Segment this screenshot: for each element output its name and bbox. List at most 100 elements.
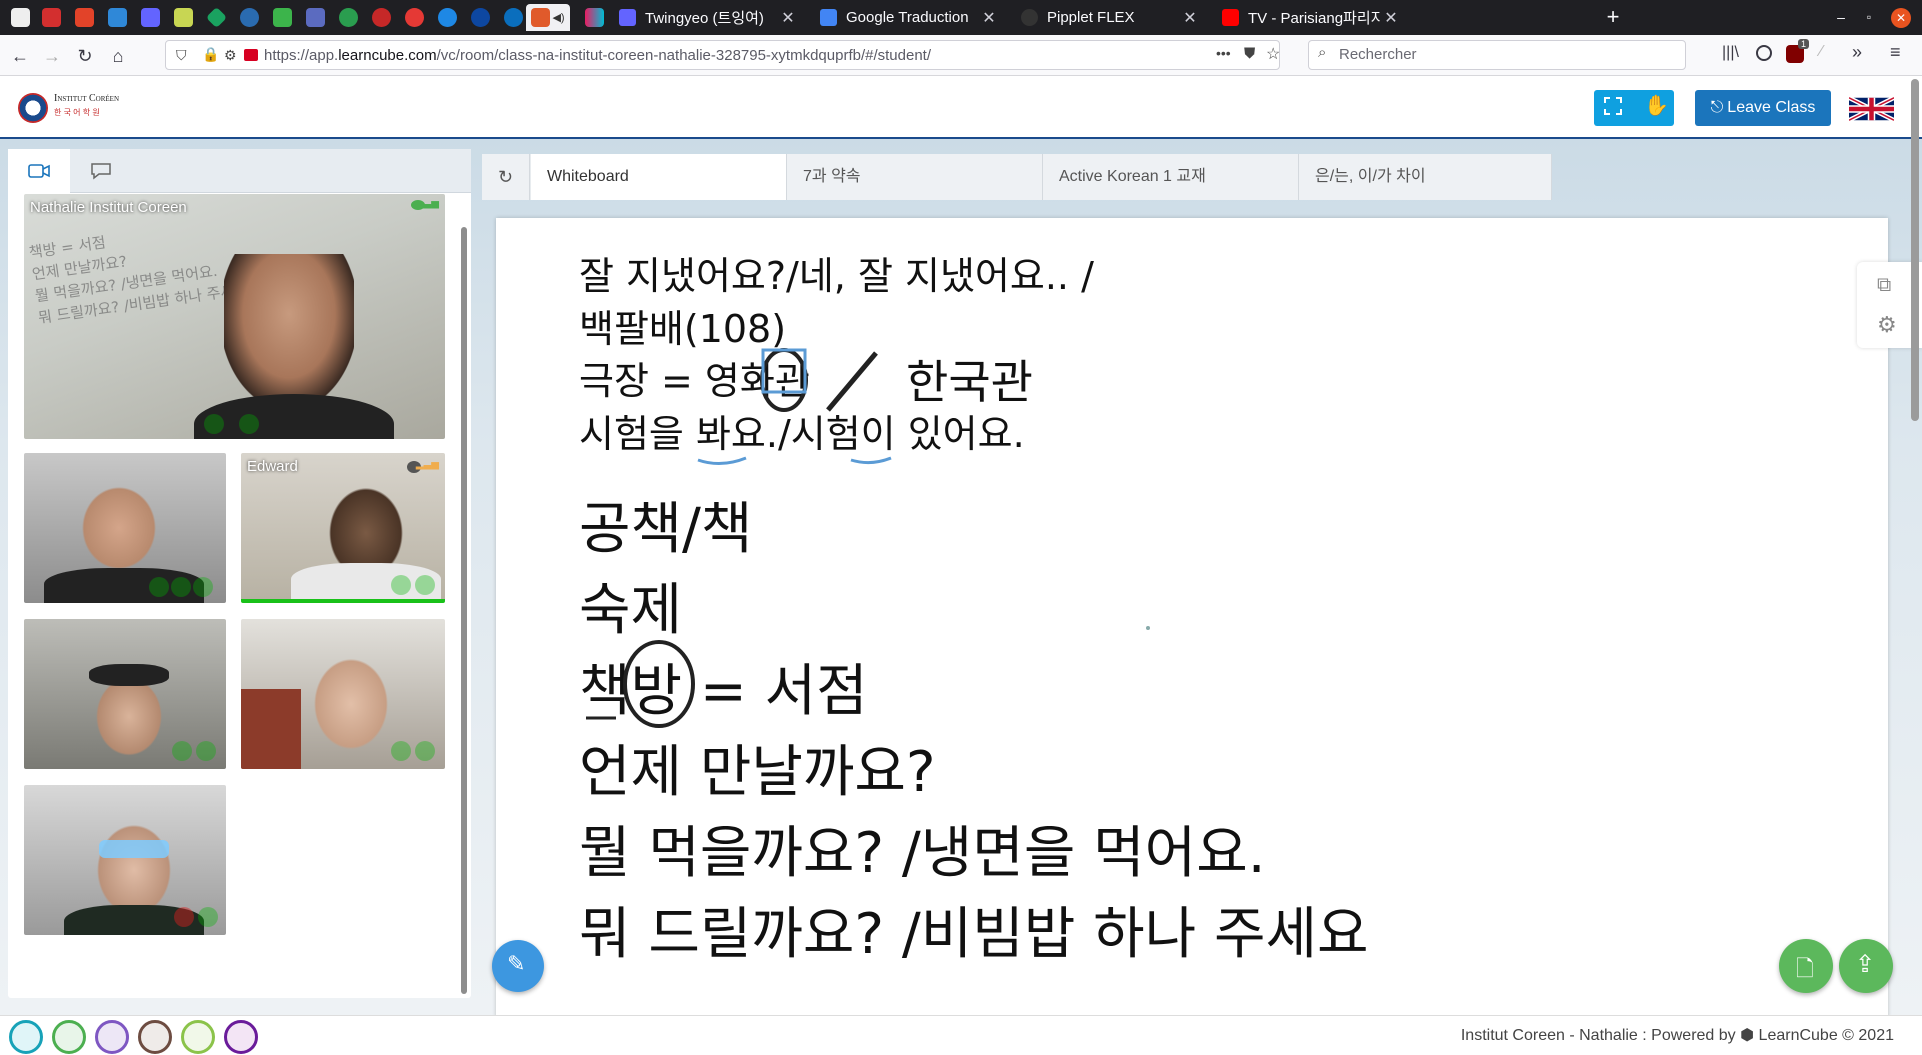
tab-active-korean[interactable]: Active Korean 1 교재 — [1043, 154, 1299, 200]
permissions-icon[interactable]: ⚙ — [224, 47, 237, 64]
participant-avatar[interactable] — [181, 1020, 215, 1054]
camera-icon[interactable] — [171, 577, 191, 597]
video-tile-participant[interactable] — [24, 785, 226, 935]
microphone-icon[interactable] — [204, 414, 224, 434]
page-scrollbar[interactable] — [1911, 79, 1919, 421]
camera-icon[interactable] — [415, 575, 435, 595]
participant-avatar[interactable] — [224, 1020, 258, 1054]
uk-flag-icon[interactable] — [1849, 93, 1894, 125]
copy-page-icon[interactable]: ⧉ — [1877, 274, 1891, 297]
camera-icon[interactable] — [415, 741, 435, 761]
tab-close-icon[interactable]: ✕ — [1380, 8, 1402, 28]
window-close-button[interactable]: ✕ — [1891, 8, 1911, 28]
video-tile-teacher[interactable]: 책방 = 서점 언제 만날까요? 뭘 먹을까요? /냉면을 먹어요. 뭐 드릴까요? … — [24, 194, 445, 439]
whiteboard-text-line: 언제 만날까요? — [579, 740, 936, 805]
upload-button[interactable]: ⇪ — [1839, 939, 1893, 993]
pinned-tab[interactable] — [574, 4, 614, 31]
maximize-button[interactable]: ▫ — [1854, 6, 1884, 28]
minimize-button[interactable]: – — [1826, 6, 1856, 28]
brand-text[interactable]: LearnCube — [1759, 1027, 1838, 1044]
tab-grammar-difference[interactable]: 은/는, 이/가 차이 — [1299, 154, 1552, 200]
tab-favicon-icon — [173, 8, 193, 27]
microphone-icon[interactable] — [391, 741, 411, 761]
participant-avatar[interactable] — [9, 1020, 43, 1054]
video-tile-participant[interactable]: Edward ▂▃▅ — [241, 453, 445, 603]
circle-mark — [760, 348, 808, 412]
browser-tab-bar: ◀) Twingyeo (트잉여) ✕ Google Traduction ✕ … — [0, 0, 1922, 35]
camera-icon[interactable] — [196, 741, 216, 761]
page-actions-menu[interactable]: ••• — [1216, 45, 1231, 61]
copyright-text: © 2021 — [1842, 1027, 1894, 1044]
microphone-icon[interactable] — [391, 575, 411, 595]
browser-tab[interactable]: Google Traduction ✕ — [812, 4, 1000, 31]
microphone-muted-icon[interactable] — [174, 907, 194, 927]
tab-favicon-icon — [41, 8, 61, 27]
camera-icon[interactable] — [239, 414, 259, 434]
slash-mark — [826, 351, 878, 412]
tab-close-icon[interactable]: ✕ — [978, 8, 1000, 28]
background-chair — [241, 689, 301, 769]
tab-chat[interactable] — [70, 149, 132, 193]
url-bar[interactable]: ⛉ 🔒 ⚙ https://app.learncube.com/vc/room/… — [165, 40, 1280, 70]
pen-tool-button[interactable]: ✎ — [492, 940, 544, 992]
active-pinned-tab[interactable]: ◀) — [526, 4, 570, 31]
tab-lesson-7[interactable]: 7과 약속 — [787, 154, 1043, 200]
microphone-icon[interactable] — [172, 741, 192, 761]
shield-icon[interactable]: ⛉ — [176, 47, 187, 64]
learncube-favicon-icon — [531, 8, 551, 27]
screen-share-icon[interactable] — [193, 577, 213, 597]
library-icon[interactable]: |||\ — [1722, 44, 1739, 62]
extension-icon[interactable]: ⁄ — [1820, 43, 1823, 61]
video-tile-participant[interactable] — [24, 453, 226, 603]
browser-tab[interactable]: TV - Parisiang파리지앙 - Y ✕ — [1214, 4, 1402, 31]
tab-close-icon[interactable]: ✕ — [1179, 8, 1201, 28]
add-page-button[interactable]: 🗋 — [1779, 939, 1833, 993]
participant-face — [74, 478, 164, 578]
participant-headband — [89, 664, 169, 686]
lock-icon[interactable]: 🔒 — [202, 46, 219, 63]
leave-class-button[interactable]: ⎋ Leave Class — [1695, 90, 1831, 126]
back-arrow-icon[interactable]: ← — [7, 43, 33, 69]
url-text[interactable]: https://app.learncube.com/vc/room/class-… — [264, 47, 931, 64]
participants-panel: 책방 = 서점 언제 만날까요? 뭘 먹을까요? /냉면을 먹어요. 뭐 드릴까요? … — [8, 149, 471, 998]
browser-tab[interactable]: Twingyeo (트잉여) ✕ — [611, 4, 799, 31]
search-input[interactable]: Rechercher — [1308, 40, 1686, 70]
tab-video[interactable] — [8, 149, 70, 193]
camera-icon[interactable] — [198, 907, 218, 927]
tab-favicon-icon — [305, 8, 325, 27]
new-tab-button[interactable]: + — [1598, 6, 1628, 28]
pen-icon: ✎ — [507, 951, 526, 976]
browser-nav-bar: ← → ↻ ⌂ ⛉ 🔒 ⚙ https://app.learncube.com/… — [0, 35, 1922, 76]
video-tile-participant[interactable] — [241, 619, 445, 769]
account-icon[interactable] — [1756, 45, 1772, 61]
tab-favicon-icon — [140, 8, 160, 27]
whiteboard-annotations — [586, 348, 1150, 728]
video-tile-participant[interactable] — [24, 619, 226, 769]
footer-credits: Institut Coreen - Nathalie : Powered by … — [1461, 1025, 1894, 1045]
reload-icon[interactable]: ↻ — [72, 43, 98, 69]
panel-scrollbar[interactable] — [461, 227, 467, 994]
signal-strength-icon: ▂▃▅ — [415, 459, 439, 470]
settings-gear-icon[interactable]: ⚙ — [1877, 312, 1897, 338]
tab-favicon-icon — [107, 8, 127, 27]
raise-hand-icon[interactable]: ✋ — [1644, 93, 1669, 118]
participant-avatar[interactable] — [52, 1020, 86, 1054]
whiteboard-tabs: ↻ Whiteboard 7과 약속 Active Korean 1 교재 은/… — [482, 154, 1552, 200]
bookmark-star-icon[interactable]: ☆ — [1266, 44, 1280, 64]
browser-tab[interactable]: Pipplet FLEX ✕ — [1013, 4, 1201, 31]
home-icon[interactable]: ⌂ — [105, 43, 131, 69]
chat-bubble-icon — [91, 163, 111, 180]
camera-sharing-icon[interactable] — [244, 49, 258, 61]
participant-avatar[interactable] — [95, 1020, 129, 1054]
hamburger-menu-icon[interactable]: ≡ — [1890, 42, 1901, 63]
institut-coreen-logo: Institut Coréen 한 국 어 학 원 — [18, 91, 136, 125]
refresh-button[interactable]: ↻ — [482, 154, 530, 200]
tab-close-icon[interactable]: ✕ — [777, 8, 799, 28]
participant-avatar[interactable] — [138, 1020, 172, 1054]
microphone-icon[interactable] — [149, 577, 169, 597]
overflow-chevron-icon[interactable]: » — [1852, 42, 1862, 63]
pocket-icon[interactable]: ⛊ — [1244, 45, 1255, 62]
fullscreen-icon[interactable] — [1604, 97, 1622, 115]
tab-whiteboard[interactable]: Whiteboard — [531, 154, 787, 200]
forward-arrow-icon[interactable]: → — [39, 43, 65, 69]
